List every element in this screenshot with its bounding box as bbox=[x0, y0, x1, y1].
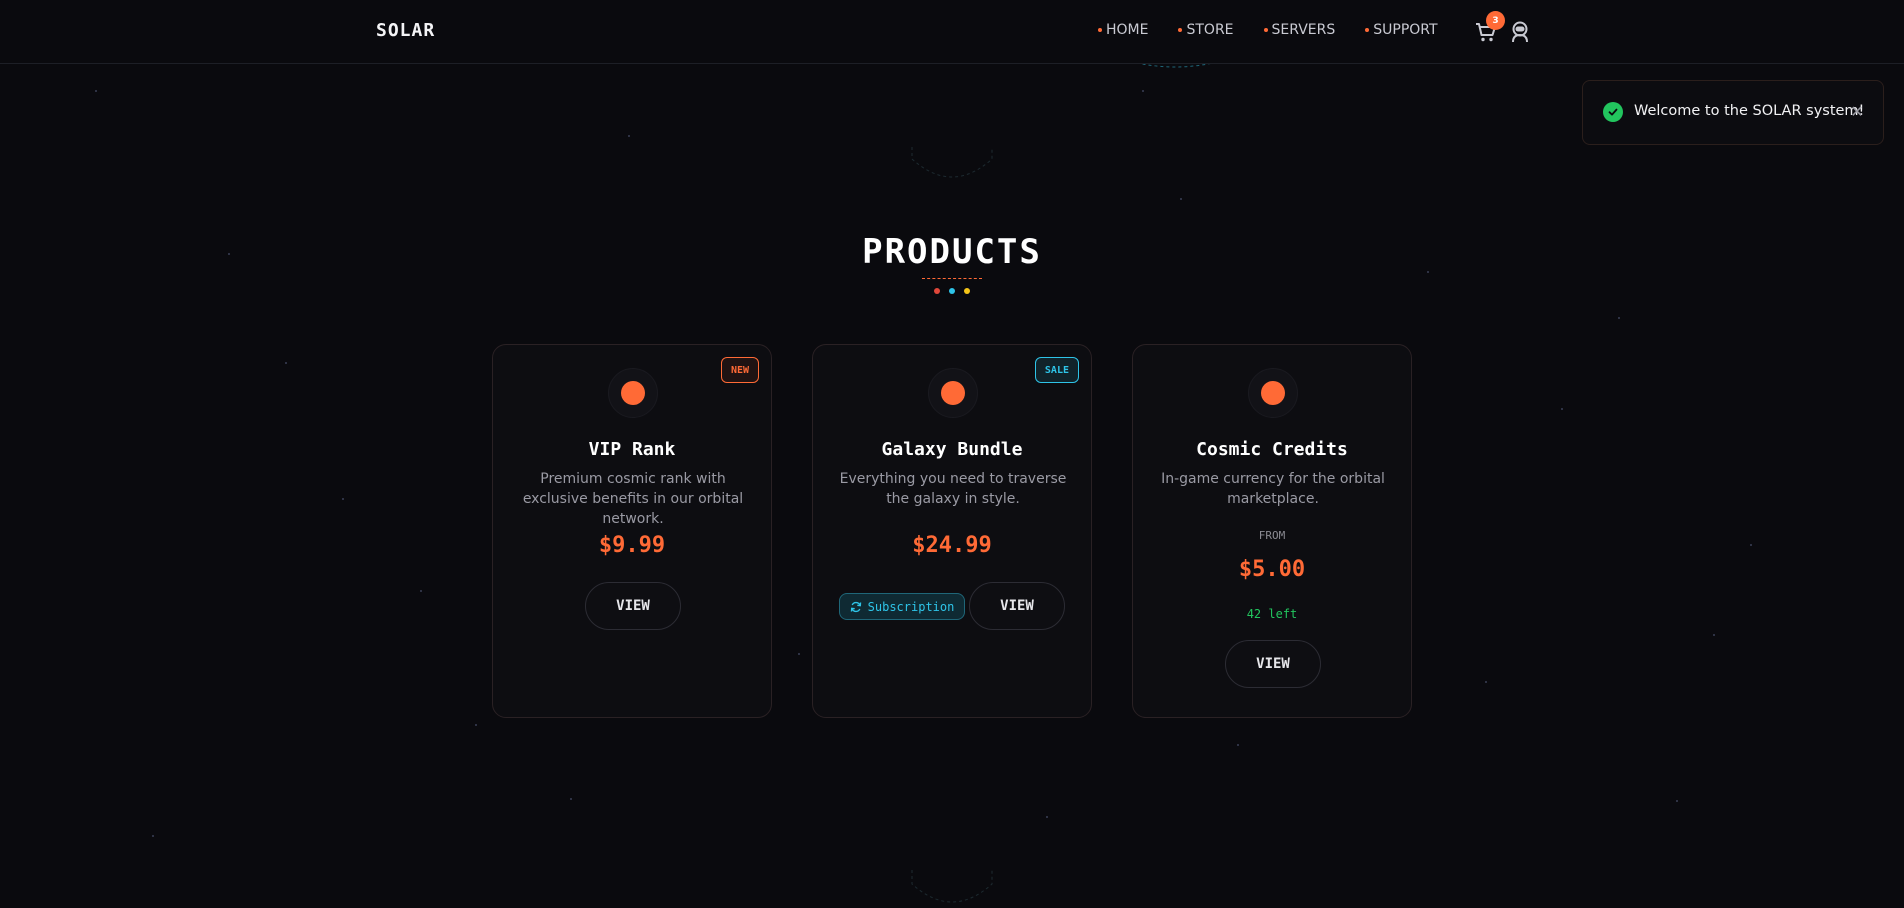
nav-link-support[interactable]: SUPPORT bbox=[1365, 22, 1438, 38]
stock-count: 42 left bbox=[1246, 607, 1298, 621]
nav-bullet-icon bbox=[1178, 28, 1183, 32]
sale-badge: SALE bbox=[1034, 357, 1079, 383]
nav-link-servers[interactable]: SERVERS bbox=[1263, 22, 1336, 38]
view-button[interactable]: VIEW bbox=[585, 582, 681, 630]
planet-icon bbox=[941, 381, 965, 405]
title-underline bbox=[922, 278, 982, 279]
product-description: In-game currency for the orbital marketp… bbox=[1161, 471, 1385, 507]
astronaut-icon bbox=[1512, 21, 1528, 43]
nav-bullet-icon bbox=[1263, 28, 1268, 32]
success-check-icon bbox=[1603, 102, 1623, 122]
nav-link-label: SUPPORT bbox=[1373, 22, 1438, 38]
product-card: NEW VIP Rank Premium cosmic rank with ex… bbox=[492, 344, 772, 718]
refresh-icon bbox=[850, 601, 861, 612]
planet-icon bbox=[621, 381, 645, 405]
subscription-badge: Subscription bbox=[839, 593, 965, 620]
welcome-toast: Welcome to the SOLAR system! ✕ bbox=[1582, 80, 1884, 145]
view-button[interactable]: VIEW bbox=[1225, 640, 1321, 688]
title-dots bbox=[934, 288, 970, 294]
decor-dot-blue bbox=[949, 288, 955, 294]
product-price: $9.99 bbox=[598, 533, 666, 558]
product-title: VIP Rank bbox=[588, 439, 676, 460]
product-description: Everything you need to traverse the gala… bbox=[839, 471, 1067, 507]
orbit-decoration-mid bbox=[911, 147, 993, 178]
section-title: PRODUCTS bbox=[862, 232, 1042, 272]
product-title: Galaxy Bundle bbox=[881, 439, 1023, 460]
product-card: Cosmic Credits In-game currency for the … bbox=[1132, 344, 1412, 718]
top-navbar: SOLAR HOME STORE SERVERS SUPPORT 3 bbox=[0, 0, 1904, 64]
close-icon[interactable]: ✕ bbox=[1847, 102, 1867, 122]
product-price: $24.99 bbox=[912, 533, 992, 558]
product-description: Premium cosmic rank with exclusive benef… bbox=[522, 471, 744, 527]
product-card: SALE Galaxy Bundle Everything you need t… bbox=[812, 344, 1092, 718]
nav-bullet-icon bbox=[1365, 28, 1370, 32]
subscription-label: Subscription bbox=[867, 599, 955, 614]
nav-link-store[interactable]: STORE bbox=[1178, 22, 1234, 38]
decor-dot-yellow bbox=[964, 288, 970, 294]
nav-link-label: HOME bbox=[1106, 22, 1149, 38]
price-prefix: FROM bbox=[1258, 529, 1286, 542]
account-button[interactable] bbox=[1510, 21, 1530, 43]
planet-icon bbox=[1261, 381, 1285, 405]
nav-link-label: SERVERS bbox=[1271, 22, 1336, 38]
view-button[interactable]: VIEW bbox=[969, 582, 1065, 630]
cart-count-badge: 3 bbox=[1486, 11, 1505, 30]
product-price: $5.00 bbox=[1238, 557, 1306, 582]
main-nav: HOME STORE SERVERS SUPPORT bbox=[1098, 22, 1468, 38]
nav-link-home[interactable]: HOME bbox=[1098, 22, 1148, 38]
nav-link-label: STORE bbox=[1186, 22, 1234, 38]
nav-bullet-icon bbox=[1098, 28, 1102, 32]
orbit-decoration-bottom bbox=[911, 870, 993, 903]
cart-button[interactable]: 3 bbox=[1474, 11, 1505, 44]
decor-dot-red bbox=[934, 288, 940, 294]
toast-message: Welcome to the SOLAR system! bbox=[1634, 103, 1865, 119]
product-title: Cosmic Credits bbox=[1196, 439, 1348, 460]
brand-logo[interactable]: SOLAR bbox=[376, 20, 435, 41]
new-badge: NEW bbox=[720, 357, 759, 383]
